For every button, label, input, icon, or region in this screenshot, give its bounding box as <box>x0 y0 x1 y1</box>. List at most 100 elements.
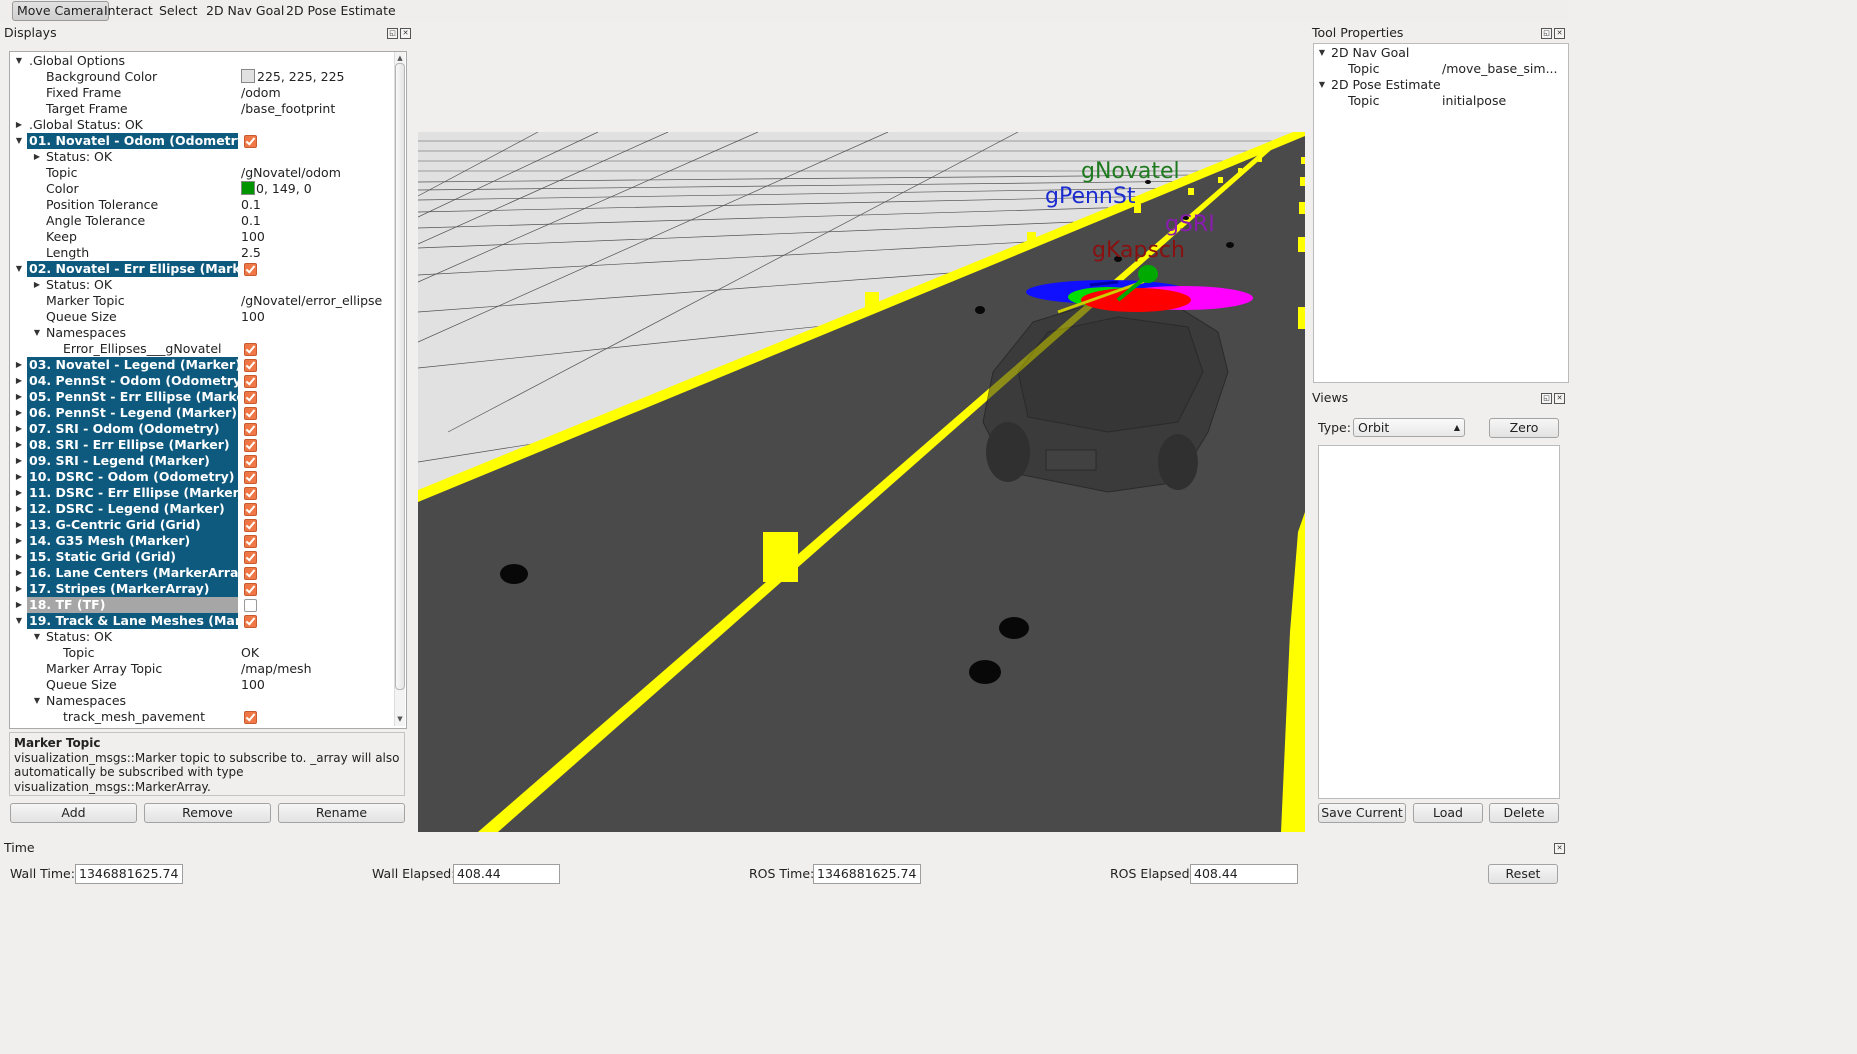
display-enabled-checkbox[interactable] <box>244 407 257 420</box>
3d-render-view[interactable]: gNovatel gPennSt gSRI gKapsch <box>418 132 1305 832</box>
queue-size-value[interactable]: 100 <box>241 309 265 325</box>
expand-arrow-icon[interactable]: ▼ <box>14 133 24 149</box>
display-enabled-checkbox[interactable] <box>244 503 257 516</box>
tree-row-angle-tolerance[interactable]: Angle Tolerance 0.1 <box>10 213 394 229</box>
display-enabled-checkbox[interactable] <box>244 567 257 580</box>
close-icon[interactable]: ✕ <box>1554 843 1565 854</box>
display-enabled-checkbox[interactable] <box>244 519 257 532</box>
color-swatch[interactable] <box>241 181 255 195</box>
display-enabled-checkbox[interactable] <box>244 599 257 612</box>
load-button[interactable]: Load <box>1413 803 1483 823</box>
target-frame-value[interactable]: /base_footprint <box>241 101 335 117</box>
queue-size-value[interactable]: 100 <box>241 677 265 693</box>
display-enabled-checkbox[interactable] <box>244 535 257 548</box>
expand-arrow-icon[interactable]: ▶ <box>14 597 24 613</box>
tree-row-length[interactable]: Length 2.5 <box>10 245 394 261</box>
position-tolerance-value[interactable]: 0.1 <box>241 197 261 213</box>
marker-array-topic-value[interactable]: /map/mesh <box>241 661 312 677</box>
tree-row-display-19[interactable]: ▼ 19. Track & Lane Meshes (Marker... <box>10 613 394 629</box>
display-enabled-checkbox[interactable] <box>244 615 257 628</box>
tool-row-2d-nav-goal[interactable]: ▼ 2D Nav Goal <box>1314 45 1564 61</box>
topic-value[interactable]: /gNovatel/odom <box>241 165 341 181</box>
scroll-up-icon[interactable]: ▲ <box>395 54 405 62</box>
tool-row-topic[interactable]: Topic /move_base_sim... <box>1314 61 1564 77</box>
view-type-select[interactable]: Orbit ▲ <box>1353 418 1465 437</box>
expand-arrow-icon[interactable]: ▼ <box>1317 77 1327 93</box>
tree-row-marker-topic[interactable]: Marker Topic /gNovatel/error_ellipse <box>10 293 394 309</box>
expand-arrow-icon[interactable]: ▶ <box>32 277 42 293</box>
close-icon[interactable]: ✕ <box>1554 28 1565 39</box>
expand-arrow-icon[interactable]: ▼ <box>14 261 24 277</box>
tree-row-global-status[interactable]: ▶ .Global Status: OK <box>10 117 394 133</box>
pose-estimate-topic-value[interactable]: initialpose <box>1442 93 1506 109</box>
color-swatch[interactable] <box>241 69 255 83</box>
display-name[interactable]: 16. Lane Centers (MarkerArray) <box>27 565 252 581</box>
tree-row-topic[interactable]: Topic /gNovatel/odom <box>10 165 394 181</box>
2d-pose-estimate-tool[interactable]: 2D Pose Estimate <box>282 2 400 20</box>
nav-goal-topic-value[interactable]: /move_base_sim... <box>1442 61 1558 77</box>
display-name[interactable]: 01. Novatel - Odom (Odometry) <box>27 133 251 149</box>
expand-arrow-icon[interactable]: ▶ <box>14 373 24 389</box>
display-enabled-checkbox[interactable] <box>244 455 257 468</box>
tree-row-display-02[interactable]: ▼ 02. Novatel - Err Ellipse (Marker) <box>10 261 394 277</box>
interact-tool[interactable]: Interact <box>100 2 157 20</box>
expand-arrow-icon[interactable]: ▶ <box>14 405 24 421</box>
expand-arrow-icon[interactable]: ▼ <box>32 325 42 341</box>
scroll-down-icon[interactable]: ▼ <box>395 715 405 723</box>
wall-elapsed-field[interactable]: 408.44 <box>453 864 560 884</box>
display-name[interactable]: 05. PennSt - Err Ellipse (Marker) <box>27 389 257 405</box>
marker-topic-value[interactable]: /gNovatel/error_ellipse <box>241 293 382 309</box>
namespace-checkbox[interactable] <box>244 343 257 356</box>
display-enabled-checkbox[interactable] <box>244 391 257 404</box>
tree-row-color[interactable]: Color 0, 149, 0 <box>10 181 394 197</box>
select-tool[interactable]: Select <box>155 2 202 20</box>
tool-properties-tree[interactable]: ▼ 2D Nav Goal Topic /move_base_sim... ▼ … <box>1313 43 1569 383</box>
scene-svg[interactable] <box>418 132 1305 832</box>
expand-arrow-icon[interactable]: ▶ <box>14 581 24 597</box>
zero-button[interactable]: Zero <box>1489 418 1559 438</box>
display-enabled-checkbox[interactable] <box>244 583 257 596</box>
tree-row-display-03[interactable]: ▶ 03. Novatel - Legend (Marker) <box>10 357 394 373</box>
tree-row-display-06[interactable]: ▶ 06. PennSt - Legend (Marker) <box>10 405 394 421</box>
tree-row-display-17[interactable]: ▶ 17. Stripes (MarkerArray) <box>10 581 394 597</box>
display-name[interactable]: 18. TF (TF) <box>27 597 238 613</box>
scrollbar-thumb[interactable] <box>395 63 405 690</box>
expand-arrow-icon[interactable]: ▶ <box>14 117 24 133</box>
save-current-button[interactable]: Save Current <box>1318 803 1406 823</box>
tree-row-display-09[interactable]: ▶ 09. SRI - Legend (Marker) <box>10 453 394 469</box>
tool-row-2d-pose-estimate[interactable]: ▼ 2D Pose Estimate <box>1314 77 1564 93</box>
ros-elapsed-field[interactable]: 408.44 <box>1190 864 1298 884</box>
expand-arrow-icon[interactable]: ▶ <box>14 549 24 565</box>
display-name[interactable]: 07. SRI - Odom (Odometry) <box>27 421 238 437</box>
tree-row-queue-size[interactable]: Queue Size 100 <box>10 309 394 325</box>
tree-row-fixed-frame[interactable]: Fixed Frame /odom <box>10 85 394 101</box>
tree-row-display-05[interactable]: ▶ 05. PennSt - Err Ellipse (Marker) <box>10 389 394 405</box>
tree-row-status[interactable]: ▼ Status: OK <box>10 629 394 645</box>
expand-arrow-icon[interactable]: ▶ <box>32 149 42 165</box>
tree-row-display-16[interactable]: ▶ 16. Lane Centers (MarkerArray) <box>10 565 394 581</box>
rename-button[interactable]: Rename <box>278 803 405 823</box>
remove-button[interactable]: Remove <box>144 803 271 823</box>
tree-row-display-01[interactable]: ▼ 01. Novatel - Odom (Odometry) <box>10 133 394 149</box>
display-name[interactable]: 19. Track & Lane Meshes (Marker... <box>27 613 238 629</box>
tree-row-status[interactable]: ▶ Status: OK <box>10 277 394 293</box>
tree-row-display-14[interactable]: ▶ 14. G35 Mesh (Marker) <box>10 533 394 549</box>
display-name[interactable]: 10. DSRC - Odom (Odometry) <box>27 469 238 485</box>
display-enabled-checkbox[interactable] <box>244 551 257 564</box>
tree-row-display-11[interactable]: ▶ 11. DSRC - Err Ellipse (Marker) <box>10 485 394 501</box>
ros-time-field[interactable]: 1346881625.74 <box>813 864 921 884</box>
saved-views-list[interactable] <box>1318 445 1560 799</box>
display-name[interactable]: 02. Novatel - Err Ellipse (Marker) <box>27 261 261 277</box>
tree-row-display-07[interactable]: ▶ 07. SRI - Odom (Odometry) <box>10 421 394 437</box>
tree-row-display-12[interactable]: ▶ 12. DSRC - Legend (Marker) <box>10 501 394 517</box>
wall-time-field[interactable]: 1346881625.74 <box>75 864 183 884</box>
tree-row-display-13[interactable]: ▶ 13. G-Centric Grid (Grid) <box>10 517 394 533</box>
expand-arrow-icon[interactable]: ▼ <box>14 53 24 69</box>
display-name[interactable]: 15. Static Grid (Grid) <box>27 549 238 565</box>
display-name[interactable]: 13. G-Centric Grid (Grid) <box>27 517 238 533</box>
expand-arrow-icon[interactable]: ▶ <box>14 357 24 373</box>
expand-arrow-icon[interactable]: ▼ <box>32 629 42 645</box>
undock-icon[interactable]: ◱ <box>1541 28 1552 39</box>
expand-arrow-icon[interactable]: ▶ <box>14 565 24 581</box>
add-button[interactable]: Add <box>10 803 137 823</box>
